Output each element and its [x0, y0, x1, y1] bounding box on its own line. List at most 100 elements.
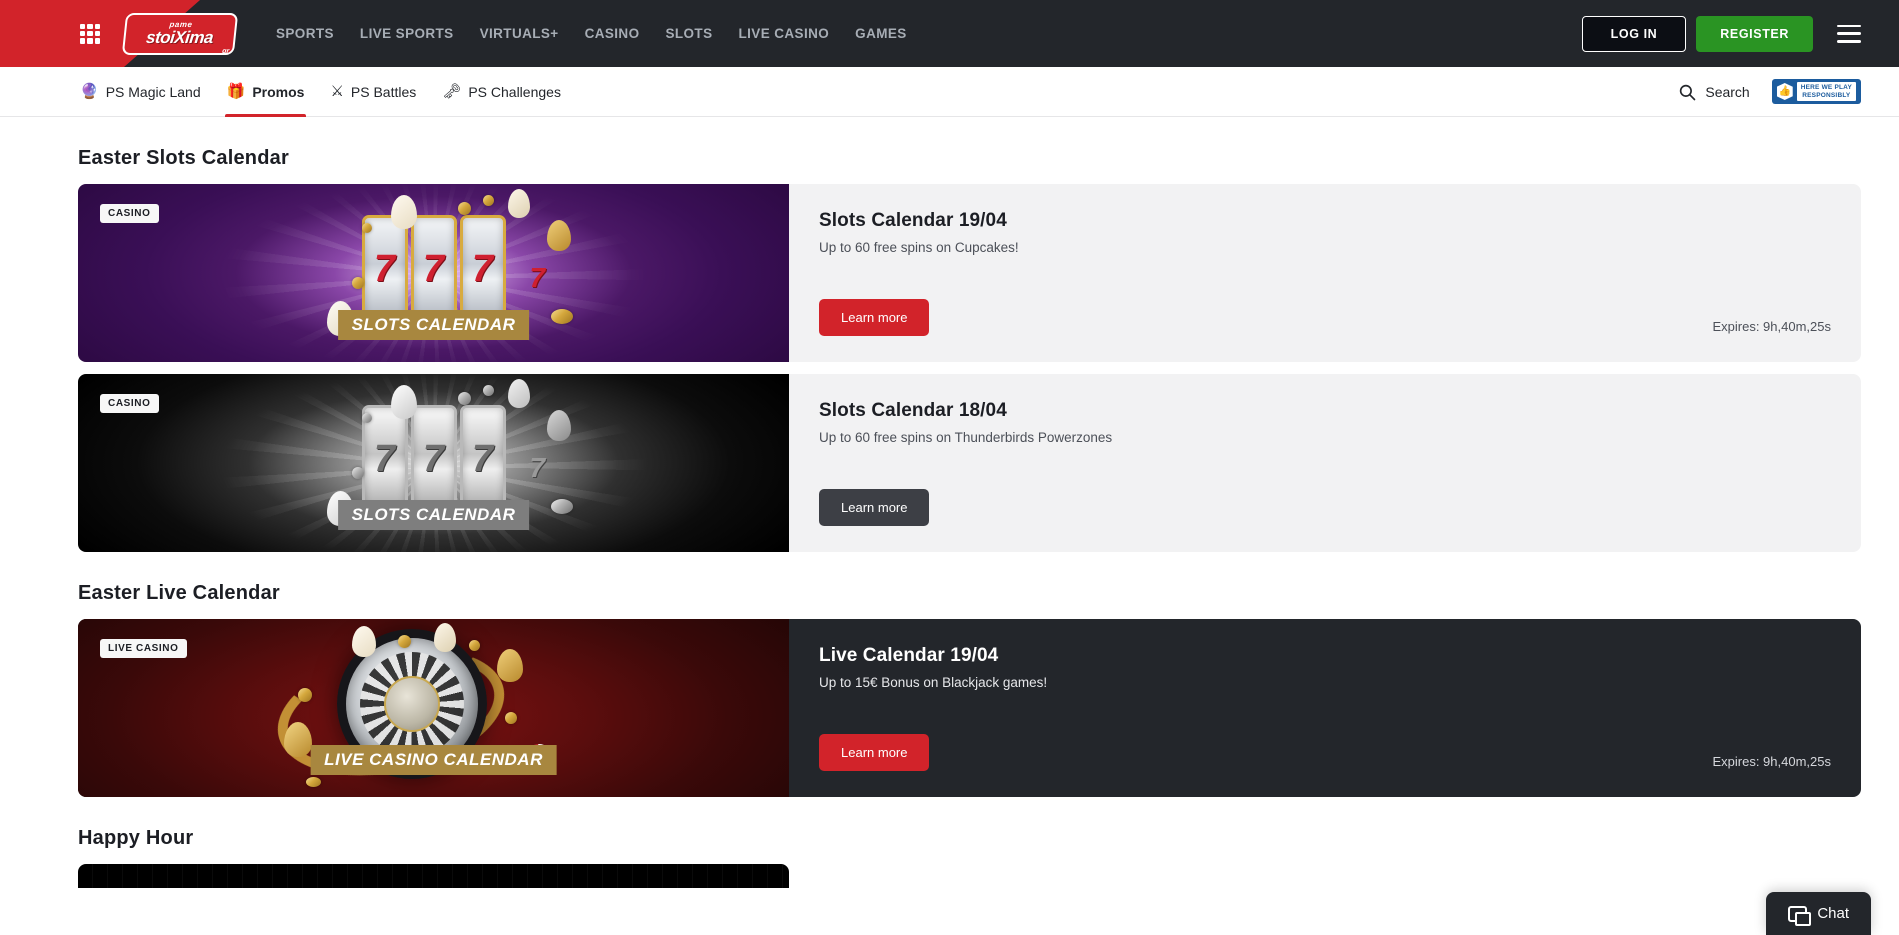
promo-card[interactable]: 7 7 7 7 CASINO SLOTS CALENDAR Slots Cale…	[78, 374, 1861, 552]
decor-egg	[508, 379, 530, 408]
learn-more-button[interactable]: Learn more	[819, 489, 929, 526]
decor-coin	[306, 777, 321, 787]
banner-caption: SLOTS CALENDAR	[338, 500, 530, 530]
site-logo[interactable]: pame stoiXima gr	[120, 10, 240, 58]
search-icon	[1678, 83, 1696, 101]
sub-nav-items: 🔮 PS Magic Land 🎁 Promos ⚔ PS Battles 🗝 …	[78, 67, 563, 117]
nav-item-casino[interactable]: CASINO	[585, 26, 640, 41]
nav-item-live-casino[interactable]: LIVE CASINO	[739, 26, 830, 41]
section-title-happy-hour: Happy Hour	[78, 827, 1861, 850]
reel-digit: 7	[411, 215, 457, 323]
promo-expires-label: Expires: 9h,40m,25s	[1712, 754, 1831, 769]
learn-more-button[interactable]: Learn more	[819, 299, 929, 336]
sidebar-item-ps-magic-land[interactable]: 🔮 PS Magic Land	[78, 67, 203, 117]
slot-reels: 7 7 7	[362, 405, 506, 513]
promo-card[interactable]: LIVE CASINO LIVE CASINO CALENDAR Live Ca…	[78, 619, 1861, 797]
logo-main-text: stoiXima	[145, 28, 214, 47]
nav-item-virtuals[interactable]: VIRTUALS+	[480, 26, 559, 41]
sub-nav-right: Search 👍 HERE WE PLAY RESPONSIBLY	[1678, 79, 1861, 104]
promo-details: Slots Calendar 19/04 Up to 60 free spins…	[789, 184, 1861, 362]
promo-expires-label: Expires: 9h,40m,25s	[1712, 319, 1831, 334]
responsible-gaming-badge[interactable]: 👍 HERE WE PLAY RESPONSIBLY	[1772, 79, 1861, 104]
hamburger-menu-icon[interactable]	[1837, 25, 1861, 43]
reel-digit: 7	[460, 405, 506, 513]
promo-title: Slots Calendar 19/04	[819, 210, 1831, 232]
decor-coin	[398, 635, 411, 648]
search-button[interactable]: Search	[1678, 83, 1749, 101]
decor-egg	[391, 195, 417, 229]
top-header: pame stoiXima gr SPORTS LIVE SPORTS VIRT…	[0, 0, 1899, 67]
learn-more-button[interactable]: Learn more	[819, 734, 929, 771]
logo-suffix-text: gr	[222, 48, 230, 55]
thumbs-up-shield-icon: 👍	[1777, 83, 1793, 100]
chat-widget-button[interactable]: Chat	[1766, 892, 1871, 935]
decor-coin	[551, 499, 573, 514]
promo-banner-image: 7 7 7 7 CASINO SLOTS CALENDAR	[78, 184, 789, 362]
promo-subtitle: Up to 60 free spins on Thunderbirds Powe…	[819, 430, 1831, 445]
logo-top-text: pame	[169, 20, 193, 28]
sub-nav-label: PS Battles	[351, 84, 416, 100]
decor-coin	[483, 385, 494, 396]
login-button[interactable]: LOG IN	[1582, 16, 1687, 52]
sub-nav-label: PS Challenges	[468, 84, 561, 100]
key-icon: 🗝	[442, 84, 461, 99]
magic-ball-icon: 🔮	[80, 84, 99, 99]
nav-item-slots[interactable]: SLOTS	[665, 26, 712, 41]
promo-details: Slots Calendar 18/04 Up to 60 free spins…	[789, 374, 1861, 552]
chat-label: Chat	[1817, 905, 1849, 922]
stray-seven: 7	[529, 452, 545, 484]
main-content: Easter Slots Calendar 7 7 7 7 CASINO SLO…	[0, 147, 1899, 888]
sidebar-item-ps-challenges[interactable]: 🗝 PS Challenges	[440, 67, 563, 117]
decor-egg	[434, 623, 456, 652]
section-title-easter-live: Easter Live Calendar	[78, 582, 1861, 605]
happy-hour-banner-partial[interactable]	[78, 864, 789, 888]
decor-egg	[352, 626, 376, 657]
search-label: Search	[1705, 84, 1749, 100]
decor-coin	[505, 712, 517, 724]
decor-coin	[352, 277, 364, 289]
gift-icon: 🎁	[227, 84, 246, 99]
reel-digit: 7	[460, 215, 506, 323]
sub-nav-label: PS Magic Land	[106, 84, 201, 100]
promo-title: Live Calendar 19/04	[819, 645, 1831, 667]
sidebar-item-promos[interactable]: 🎁 Promos	[225, 67, 307, 117]
decor-egg	[508, 189, 530, 218]
promo-details: Live Calendar 19/04 Up to 15€ Bonus on B…	[789, 619, 1861, 797]
promo-subtitle: Up to 15€ Bonus on Blackjack games!	[819, 675, 1831, 690]
chat-bubble-icon	[1788, 906, 1807, 922]
crossed-swords-icon: ⚔	[330, 84, 343, 99]
main-navigation: SPORTS LIVE SPORTS VIRTUALS+ CASINO SLOT…	[276, 26, 907, 41]
decor-coin	[483, 195, 494, 206]
section-title-easter-slots: Easter Slots Calendar	[78, 147, 1861, 170]
slot-reels: 7 7 7	[362, 215, 506, 323]
promo-card[interactable]: 7 7 7 7 CASINO SLOTS CALENDAR Slots Cale…	[78, 184, 1861, 362]
promo-category-tag: CASINO	[100, 204, 159, 223]
header-actions: LOG IN REGISTER	[1582, 16, 1861, 52]
promo-category-tag: CASINO	[100, 394, 159, 413]
nav-item-sports[interactable]: SPORTS	[276, 26, 334, 41]
register-button[interactable]: REGISTER	[1696, 16, 1813, 52]
nav-item-live-sports[interactable]: LIVE SPORTS	[360, 26, 454, 41]
decor-egg	[497, 649, 523, 682]
nav-item-games[interactable]: GAMES	[855, 26, 907, 41]
promo-category-tag: LIVE CASINO	[100, 639, 187, 658]
stray-seven: 7	[529, 262, 545, 294]
promo-banner-image: LIVE CASINO LIVE CASINO CALENDAR	[78, 619, 789, 797]
decor-coin	[469, 640, 480, 651]
decor-egg	[391, 385, 417, 419]
promo-title: Slots Calendar 18/04	[819, 400, 1831, 422]
logo-plate: pame stoiXima gr	[122, 13, 238, 55]
apps-grid-icon[interactable]	[80, 24, 100, 44]
responsible-badge-text: HERE WE PLAY RESPONSIBLY	[1797, 82, 1856, 101]
decor-coin	[551, 309, 573, 324]
sidebar-item-ps-battles[interactable]: ⚔ PS Battles	[328, 67, 418, 117]
badge-line-1: HERE WE PLAY	[1801, 84, 1852, 92]
promo-subtitle: Up to 60 free spins on Cupcakes!	[819, 240, 1831, 255]
banner-caption: LIVE CASINO CALENDAR	[310, 745, 557, 775]
promo-banner-image: 7 7 7 7 CASINO SLOTS CALENDAR	[78, 374, 789, 552]
sub-navigation: 🔮 PS Magic Land 🎁 Promos ⚔ PS Battles 🗝 …	[0, 67, 1899, 117]
badge-line-2: RESPONSIBLY	[1801, 92, 1852, 100]
decor-coin	[352, 467, 364, 479]
reel-digit: 7	[411, 405, 457, 513]
banner-caption: SLOTS CALENDAR	[338, 310, 530, 340]
